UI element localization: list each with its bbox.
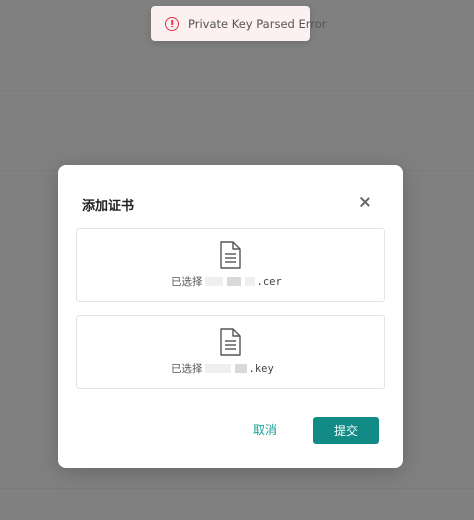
redacted-filename: [204, 277, 223, 286]
cancel-button[interactable]: 取消: [253, 421, 277, 438]
selected-prefix: 已选择: [171, 363, 203, 375]
file-extension: .cer: [256, 275, 282, 288]
certificate-upload-area[interactable]: 已选择 .cer: [76, 228, 385, 302]
file-extension: .key: [248, 362, 274, 375]
file-icon: [220, 328, 241, 356]
submit-button-label: 提交: [333, 424, 358, 438]
redacted-filename: [244, 277, 255, 286]
redacted-filename: [204, 364, 231, 373]
private-key-upload-area[interactable]: 已选择 .key: [76, 315, 385, 389]
background-divider: [0, 90, 474, 91]
background-divider: [0, 488, 474, 489]
add-certificate-dialog: 添加证书 已选择 .cer 已选择 .key 取消 提交: [58, 165, 403, 468]
dialog-title: 添加证书: [82, 199, 135, 214]
selected-file-status: 已选择 .cer: [171, 274, 282, 289]
close-icon[interactable]: [356, 193, 374, 211]
selected-prefix: 已选择: [171, 276, 203, 288]
redacted-filename: [234, 364, 247, 373]
selected-file-status: 已选择 .key: [171, 361, 274, 376]
error-circle-icon: [165, 16, 179, 31]
redacted-filename: [226, 277, 241, 286]
toast-message: Private Key Parsed Error: [188, 16, 327, 31]
file-icon: [220, 241, 241, 269]
error-toast: Private Key Parsed Error: [151, 6, 327, 41]
submit-button[interactable]: 提交: [313, 417, 379, 444]
